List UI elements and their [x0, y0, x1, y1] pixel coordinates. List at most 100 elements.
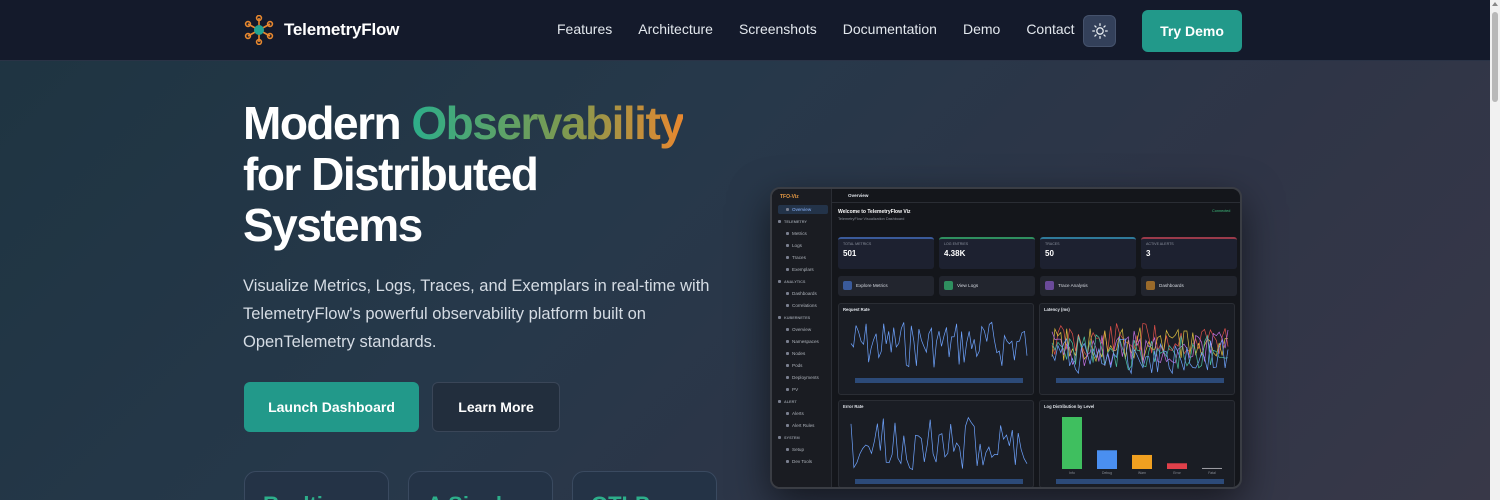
- preview-kpi-card: Total Metrics 501: [838, 237, 934, 269]
- top-navbar: TelemetryFlow Features Architecture Scre…: [0, 0, 1490, 61]
- theme-toggle-button[interactable]: [1083, 15, 1116, 47]
- action-label: Explore Metrics: [856, 283, 888, 288]
- hero-title-line2: for Distributed: [243, 148, 539, 200]
- preview-sidebar-item: Overview: [778, 325, 828, 334]
- kpi-label: Total Metrics: [843, 242, 872, 246]
- nav-links: Features Architecture Screenshots Docume…: [557, 21, 1075, 37]
- try-demo-button[interactable]: Try Demo: [1142, 10, 1242, 52]
- preview-connection-status: Connected: [1212, 209, 1231, 213]
- launch-dashboard-button[interactable]: Launch Dashboard: [244, 382, 419, 432]
- kpi-value: 4.38K: [944, 249, 966, 258]
- action-label: Trace Analysis: [1058, 283, 1088, 288]
- scroll-up-arrow-icon[interactable]: [1492, 2, 1498, 6]
- preview-sidebar-label: Logs: [792, 243, 802, 248]
- sidebar-item-icon: [786, 256, 789, 259]
- preview-panel-log-distribution: Log Distribution by Level Info Debug Warn E…: [1039, 400, 1235, 487]
- preview-sidebar-item: Exemplars: [778, 265, 828, 274]
- preview-kpi-card: Active Alerts 3: [1141, 237, 1237, 269]
- sidebar-item-icon: [778, 220, 781, 223]
- preview-panel-request-rate: Request Rate: [838, 303, 1034, 395]
- preview-chart-graphic: [850, 321, 1028, 383]
- nav-link-architecture[interactable]: Architecture: [638, 21, 713, 37]
- preview-log-bar-label: Error: [1173, 471, 1181, 475]
- sun-icon: [1091, 23, 1108, 39]
- preview-chart-graphic: Info Debug Warn Error Fatal: [1056, 417, 1224, 484]
- preview-sidebar-group: SYSTEM: [778, 433, 828, 442]
- preview-welcome-title: Welcome to TelemetryFlow Viz: [838, 209, 911, 215]
- nav-link-contact[interactable]: Contact: [1026, 21, 1074, 37]
- preview-sidebar-label: Nodes: [792, 351, 806, 356]
- sidebar-item-icon: [786, 376, 789, 379]
- preview-sidebar-item: Logs: [778, 241, 828, 250]
- sidebar-item-icon: [786, 460, 789, 463]
- preview-sidebar: TFO-Viz Overview TELEMETRY Metrics Logs Trac…: [772, 189, 832, 487]
- preview-sidebar-label: Alerts: [792, 411, 804, 416]
- preview-log-bar: [1167, 463, 1187, 469]
- sidebar-item-icon: [778, 316, 781, 319]
- preview-sidebar-label: TELEMETRY: [784, 219, 807, 224]
- preview-sidebar-item: Metrics: [778, 229, 828, 238]
- stat-card: Realtime: [244, 471, 389, 500]
- preview-action-card: Dashboards: [1141, 276, 1237, 296]
- nav-link-demo[interactable]: Demo: [963, 21, 1000, 37]
- nav-link-screenshots[interactable]: Screenshots: [739, 21, 817, 37]
- action-label: Dashboards: [1159, 283, 1184, 288]
- preview-panel-latency: Latency (ms): [1039, 303, 1235, 395]
- preview-welcome-subtitle: TelemetryFlow Visualization Dashboard: [838, 217, 905, 221]
- kpi-label: Active Alerts: [1146, 242, 1174, 246]
- preview-sidebar-group: ANALYTICS: [778, 277, 828, 286]
- preview-sidebar-label: Exemplars: [792, 267, 814, 272]
- preview-topbar: Overview: [832, 189, 1240, 203]
- sidebar-item-icon: [786, 292, 789, 295]
- sidebar-item-icon: [786, 352, 789, 355]
- preview-log-bar-label: Info: [1069, 471, 1075, 475]
- preview-log-bar-label: Warn: [1138, 471, 1146, 475]
- stat-card-label: Realtime: [263, 492, 355, 500]
- preview-action-card: View Logs: [939, 276, 1035, 296]
- dashboard-icon: [1146, 281, 1155, 290]
- kpi-value: 50: [1045, 249, 1054, 258]
- brand-name: TelemetryFlow: [284, 20, 400, 39]
- preview-app-name: TFO-Viz: [780, 194, 799, 200]
- sidebar-item-icon: [778, 280, 781, 283]
- preview-sidebar-label: KUBERNETES: [784, 315, 811, 320]
- preview-log-bar-label: Fatal: [1208, 471, 1216, 475]
- preview-timeline-scrubber: [1056, 378, 1224, 383]
- sidebar-item-icon: [786, 328, 789, 331]
- nav-link-features[interactable]: Features: [557, 21, 612, 37]
- scrollbar-thumb[interactable]: [1492, 12, 1498, 102]
- nav-link-documentation[interactable]: Documentation: [843, 21, 937, 37]
- preview-timeline-scrubber: [1056, 479, 1224, 484]
- sidebar-item-icon: [786, 448, 789, 451]
- kpi-label: Log Entries: [944, 242, 969, 246]
- preview-sidebar-label: Pods: [792, 363, 803, 368]
- preview-sidebar-item: Dev Tools: [778, 457, 828, 466]
- preview-chart-graphic: [850, 416, 1028, 484]
- preview-sidebar-group: KUBERNETES: [778, 313, 828, 322]
- chart-icon: [843, 281, 852, 290]
- sidebar-item-icon: [786, 412, 789, 415]
- sidebar-item-icon: [778, 436, 781, 439]
- sidebar-item-icon: [786, 388, 789, 391]
- page-scrollbar[interactable]: [1490, 0, 1500, 500]
- preview-sidebar-label: Dev Tools: [792, 459, 813, 464]
- preview-sidebar-item: PV: [778, 385, 828, 394]
- preview-panel-error-rate: Error Rate: [838, 400, 1034, 487]
- preview-sidebar-item: Alert Rules: [778, 421, 828, 430]
- preview-log-bar: [1062, 417, 1082, 469]
- sidebar-item-icon: [786, 232, 789, 235]
- kpi-label: Traces: [1045, 242, 1060, 246]
- preview-sidebar-label: Traces: [792, 255, 806, 260]
- preview-kpi-card: Traces 50: [1040, 237, 1136, 269]
- learn-more-button[interactable]: Learn More: [432, 382, 560, 432]
- preview-sidebar-label: SYSTEM: [784, 435, 800, 440]
- preview-sidebar-item: Nodes: [778, 349, 828, 358]
- hero-title-line3: Systems: [243, 199, 423, 251]
- stat-card-label: A Single: [427, 492, 514, 500]
- sidebar-item-icon: [786, 268, 789, 271]
- stat-card-label: OTLP: [591, 492, 650, 500]
- sidebar-item-icon: [786, 424, 789, 427]
- brand[interactable]: TelemetryFlow: [244, 14, 399, 46]
- sidebar-item-icon: [786, 244, 789, 247]
- log-icon: [944, 281, 953, 290]
